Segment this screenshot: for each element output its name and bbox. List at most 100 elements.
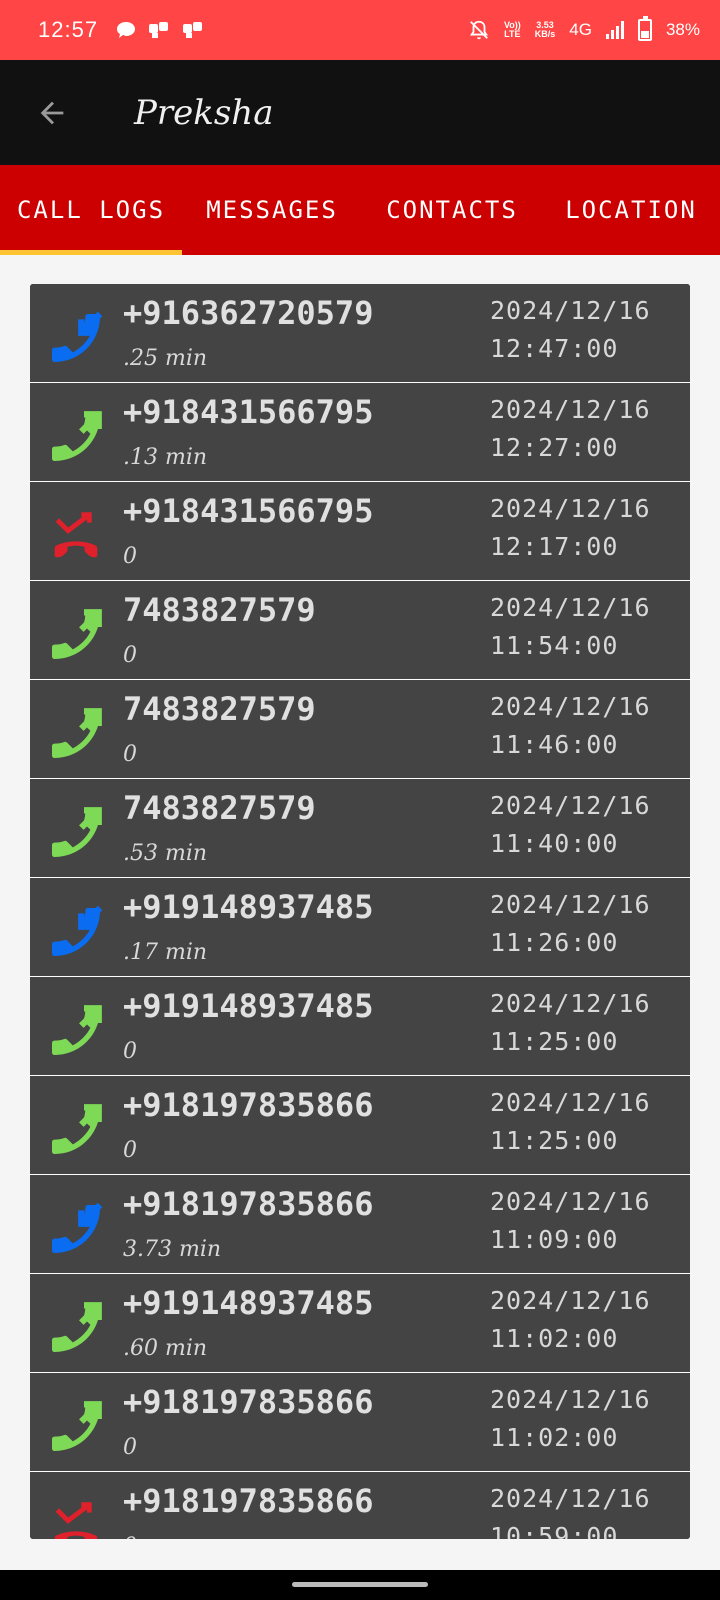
- call-date: 2024/12/16: [490, 890, 651, 919]
- call-duration: 0: [123, 643, 137, 668]
- app-notification-icon-2: [183, 22, 203, 38]
- call-log-row[interactable]: 7483827579 0 2024/12/16 11:46:00: [30, 680, 690, 779]
- tab-contacts[interactable]: CONTACTS: [362, 165, 542, 255]
- call-time: 12:27:00: [490, 433, 619, 462]
- page-title: Preksha: [134, 92, 274, 133]
- chat-bubble-icon: [117, 22, 136, 38]
- app-notification-icon: [149, 22, 169, 38]
- call-time: 11:09:00: [490, 1225, 619, 1254]
- home-gesture-handle[interactable]: [292, 1582, 428, 1587]
- outgoing-call-icon: [44, 1098, 108, 1162]
- call-duration: 3.73 min: [123, 1237, 222, 1262]
- tab-location[interactable]: LOCATION: [542, 165, 720, 255]
- call-log-row[interactable]: +918197835866 3.73 min 2024/12/16 11:09:00: [30, 1175, 690, 1274]
- call-date: 2024/12/16: [490, 1286, 651, 1315]
- outgoing-call-icon: [44, 702, 108, 766]
- call-duration: .60 min: [123, 1336, 208, 1361]
- arrow-left-icon: [40, 101, 64, 124]
- call-log-row[interactable]: +918197835866 0 2024/12/16 11:25:00: [30, 1076, 690, 1175]
- call-duration: 0: [123, 544, 137, 569]
- phone-number: +918197835866: [123, 1482, 374, 1520]
- call-duration: 0: [123, 1435, 137, 1460]
- call-duration: .25 min: [123, 346, 208, 371]
- call-time: 11:46:00: [490, 730, 619, 759]
- call-log-row[interactable]: +918197835866 0 2024/12/16 10:59:00: [30, 1472, 690, 1539]
- call-log-row[interactable]: +919148937485 0 2024/12/16 11:25:00: [30, 977, 690, 1076]
- missed-call-icon: [44, 504, 108, 568]
- call-duration: 0: [123, 742, 137, 767]
- phone-number: +918197835866: [123, 1383, 374, 1421]
- call-date: 2024/12/16: [490, 593, 651, 622]
- call-log-row[interactable]: +918431566795 .13 min 2024/12/16 12:27:00: [30, 383, 690, 482]
- status-time: 12:57: [38, 17, 99, 42]
- call-time: 12:17:00: [490, 532, 619, 561]
- phone-number: +918197835866: [123, 1086, 374, 1124]
- call-date: 2024/12/16: [490, 1187, 651, 1216]
- phone-number: 7483827579: [123, 690, 316, 728]
- outgoing-call-icon: [44, 603, 108, 667]
- network-type: 4G: [569, 20, 592, 39]
- call-duration: 0: [123, 1138, 137, 1163]
- call-date: 2024/12/16: [490, 1484, 651, 1513]
- outgoing-call-icon: [44, 999, 108, 1063]
- status-right: Vo)) LTE 3.53 KB/s 4G 38%: [468, 16, 700, 41]
- call-date: 2024/12/16: [490, 395, 651, 424]
- call-date: 2024/12/16: [490, 791, 651, 820]
- call-time: 12:47:00: [490, 334, 619, 363]
- outgoing-call-icon: [44, 801, 108, 865]
- call-date: 2024/12/16: [490, 692, 651, 721]
- battery-icon: [637, 16, 652, 41]
- navigation-bar: [0, 1570, 720, 1600]
- phone-number: +919148937485: [123, 987, 374, 1025]
- call-log-row[interactable]: +916362720579 .25 min 2024/12/16 12:47:00: [30, 284, 690, 383]
- tab-call-logs[interactable]: CALL LOGS: [0, 165, 182, 255]
- call-log-row[interactable]: +918197835866 0 2024/12/16 11:02:00: [30, 1373, 690, 1472]
- phone-number: 7483827579: [123, 789, 316, 827]
- phone-number: +919148937485: [123, 888, 374, 926]
- call-time: 11:25:00: [490, 1126, 619, 1155]
- tab-bar: CALL LOGS MESSAGES CONTACTS LOCATION: [0, 165, 720, 255]
- incoming-call-icon: [44, 306, 108, 370]
- phone-number: +916362720579: [123, 294, 374, 332]
- outgoing-call-icon: [44, 1296, 108, 1360]
- call-duration: .17 min: [123, 940, 208, 965]
- call-duration: .13 min: [123, 445, 208, 470]
- call-log-row[interactable]: +919148937485 .17 min 2024/12/16 11:26:00: [30, 878, 690, 977]
- incoming-call-icon: [44, 900, 108, 964]
- outgoing-call-icon: [44, 405, 108, 469]
- call-duration: 0: [123, 1534, 137, 1539]
- call-log-list[interactable]: +916362720579.25 min 2024/12/16 12:47:00 +9…: [30, 284, 690, 1539]
- call-duration: 0: [123, 1039, 137, 1064]
- bell-off-icon: [469, 20, 488, 40]
- tab-messages[interactable]: MESSAGES: [182, 165, 362, 255]
- call-log-row[interactable]: 7483827579 .53 min 2024/12/16 11:40:00: [30, 779, 690, 878]
- call-time: 11:02:00: [490, 1324, 619, 1353]
- back-button[interactable]: [22, 83, 82, 143]
- volte-indicator: Vo)) LTE: [503, 20, 521, 39]
- call-time: 11:40:00: [490, 829, 619, 858]
- call-date: 2024/12/16: [490, 1385, 651, 1414]
- call-time: 11:25:00: [490, 1027, 619, 1056]
- call-log-row[interactable]: +919148937485 .60 min 2024/12/16 11:02:00: [30, 1274, 690, 1373]
- call-time: 10:59:00: [490, 1522, 619, 1539]
- app-bar: Preksha: [0, 60, 720, 165]
- phone-number: +918431566795: [123, 393, 374, 431]
- call-time: 11:02:00: [490, 1423, 619, 1452]
- signal-strength-icon: [605, 21, 624, 39]
- call-time: 11:26:00: [490, 928, 619, 957]
- incoming-call-icon: [44, 1197, 108, 1261]
- status-bar: 12:57 Vo)) LTE 3.53 KB/s 4G 38%: [0, 0, 720, 60]
- call-date: 2024/12/16: [490, 1088, 651, 1117]
- phone-number: +919148937485: [123, 1284, 374, 1322]
- phone-number: +918197835866: [123, 1185, 374, 1223]
- call-time: 11:54:00: [490, 631, 619, 660]
- call-log-row[interactable]: +918431566795 0 2024/12/16 12:17:00: [30, 482, 690, 581]
- network-speed: 3.53 KB/s: [534, 20, 556, 39]
- call-duration: .53 min: [123, 841, 208, 866]
- call-date: 2024/12/16: [490, 494, 651, 523]
- phone-number: +918431566795: [123, 492, 374, 530]
- call-log-row[interactable]: 7483827579 0 2024/12/16 11:54:00: [30, 581, 690, 680]
- call-date: 2024/12/16: [490, 989, 651, 1018]
- battery-percent: 38%: [665, 20, 700, 39]
- call-date: 2024/12/16: [490, 296, 651, 325]
